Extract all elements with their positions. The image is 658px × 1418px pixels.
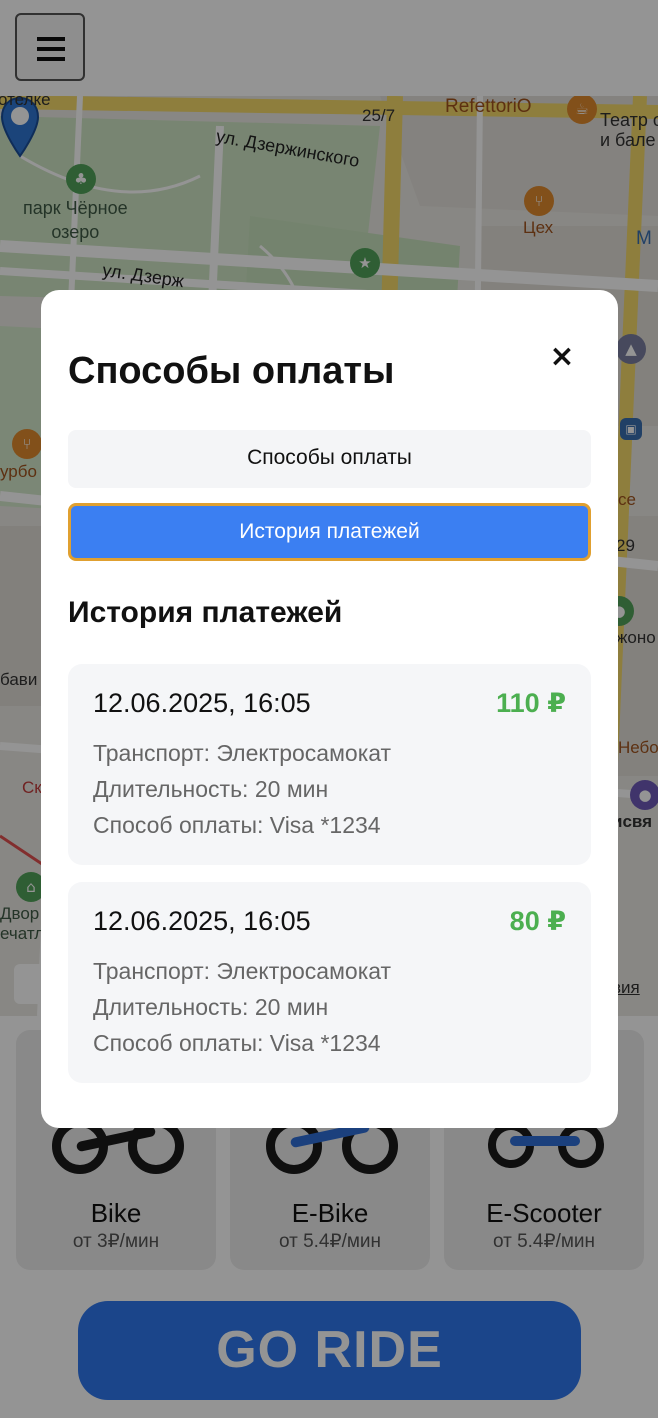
payment-date: 12.06.2025, 16:05: [93, 906, 311, 936]
tab-payment-methods[interactable]: Способы оплаты: [68, 430, 591, 488]
payment-amount: 110 ₽: [496, 688, 566, 718]
payment-methods-modal: Способы оплаты × Способы оплаты История …: [41, 290, 618, 1128]
payment-method: Способ оплаты: Visa *1234: [93, 1030, 381, 1056]
section-title: История платежей: [68, 596, 343, 629]
modal-title: Способы оплаты: [68, 350, 395, 392]
payment-item: 12.06.2025, 16:05 110 ₽ Транспорт: Элект…: [68, 664, 591, 865]
payment-method: Способ оплаты: Visa *1234: [93, 812, 381, 838]
payment-transport: Транспорт: Электросамокат: [93, 958, 392, 984]
payment-item: 12.06.2025, 16:05 80 ₽ Транспорт: Электр…: [68, 882, 591, 1083]
payment-duration: Длительность: 20 мин: [93, 776, 329, 802]
payment-transport: Транспорт: Электросамокат: [93, 740, 392, 766]
payment-date: 12.06.2025, 16:05: [93, 688, 311, 718]
tab-payment-history[interactable]: История платежей: [68, 503, 591, 561]
close-icon[interactable]: ×: [547, 342, 577, 372]
payment-amount: 80 ₽: [509, 906, 566, 936]
payment-duration: Длительность: 20 мин: [93, 994, 329, 1020]
